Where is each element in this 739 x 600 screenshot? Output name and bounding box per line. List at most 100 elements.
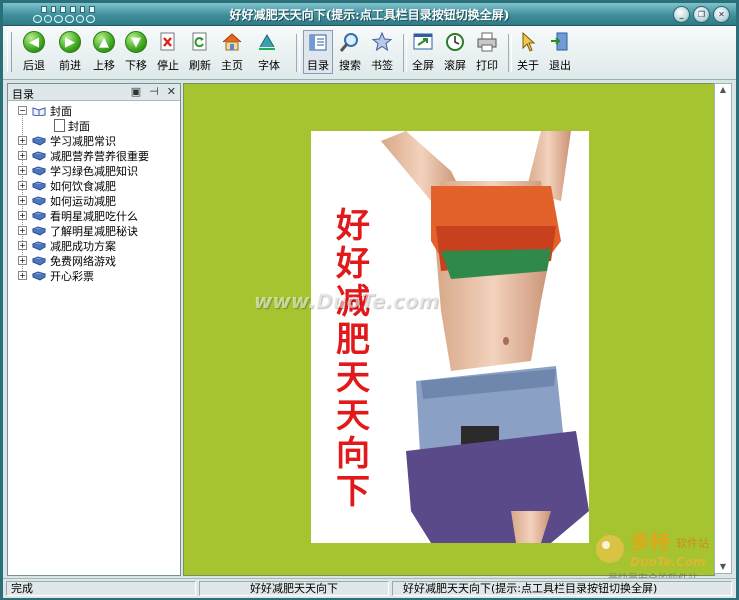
expand-icon[interactable]: + — [18, 226, 27, 235]
tree-item[interactable]: + 学习减肥常识 — [8, 133, 180, 148]
toc-pane-header: 目录 ▣ ⊣ ✕ — [8, 84, 180, 101]
tree-item[interactable]: + 减肥营养营养很重要 — [8, 148, 180, 163]
vertical-scrollbar[interactable]: ▲ ▼ — [714, 83, 732, 574]
about-button[interactable]: 关于 — [513, 30, 543, 74]
pane-close-icon[interactable]: ✕ — [167, 85, 176, 98]
search-button[interactable]: 搜索 — [335, 30, 365, 74]
exit-button[interactable]: 退出 — [545, 30, 575, 74]
font-icon — [257, 30, 281, 54]
search-icon — [338, 30, 362, 54]
fullscreen-icon — [411, 30, 435, 54]
tree-item-label: 看明星减肥吃什么 — [50, 209, 138, 223]
toolbar-separator — [403, 34, 407, 72]
cover-title-char: 下 — [336, 472, 370, 512]
tree-item-label: 了解明星减肥秘诀 — [50, 224, 138, 238]
fullscreen-button[interactable]: 全屏 — [408, 30, 438, 74]
book-icon — [32, 180, 46, 191]
fullscreen-label: 全屏 — [412, 59, 434, 72]
home-label: 主页 — [221, 59, 243, 72]
tree-item-label: 封面 — [68, 119, 90, 133]
autoscroll-button[interactable]: 滚屏 — [440, 30, 470, 74]
refresh-icon — [188, 30, 212, 54]
pane-dock-icon[interactable]: ▣ — [131, 85, 141, 98]
stop-icon — [156, 30, 180, 54]
scroll-up-icon[interactable]: ▲ — [715, 84, 731, 96]
tree-item-label: 减肥成功方案 — [50, 239, 116, 253]
tree-item[interactable]: + 学习绿色减肥知识 — [8, 163, 180, 178]
expand-icon[interactable]: + — [18, 151, 27, 160]
home-button[interactable]: 主页 — [217, 30, 247, 74]
app-window: 好好减肥天天向下(提示:点工具栏目录按钮切换全屏) _ ❐ ✕ ◀ 后退 ▶ 前… — [0, 0, 739, 600]
stop-button[interactable]: 停止 — [153, 30, 183, 74]
cover-title-char: 天 — [336, 396, 370, 436]
expand-icon[interactable]: + — [18, 271, 27, 280]
tree-item-label: 免费网络游戏 — [50, 254, 116, 268]
font-button[interactable]: 字体 — [249, 30, 289, 74]
down-arrow-icon: ▼ — [125, 31, 147, 53]
print-button[interactable]: 打印 — [472, 30, 502, 74]
close-button[interactable]: ✕ — [713, 6, 730, 23]
stop-label: 停止 — [157, 59, 179, 72]
tree-item[interactable]: + 开心彩票 — [8, 268, 180, 283]
cover-title: 好 好 减 肥 天 天 向 下 — [331, 207, 375, 511]
expand-icon[interactable]: + — [18, 181, 27, 190]
cover-title-char: 天 — [336, 358, 370, 398]
book-icon — [32, 240, 46, 251]
home-icon — [220, 30, 244, 54]
tree-item-cover[interactable]: − 封面 — [8, 103, 180, 118]
toc-label: 目录 — [307, 59, 329, 72]
book-icon — [32, 270, 46, 281]
tree-item[interactable]: + 了解明星减肥秘诀 — [8, 223, 180, 238]
tree-item[interactable]: + 如何运动减肥 — [8, 193, 180, 208]
bookmark-button[interactable]: 书签 — [367, 30, 397, 74]
forward-button[interactable]: ▶ 前进 — [53, 30, 87, 74]
toc-pane-title: 目录 — [12, 88, 34, 101]
cover-title-char: 向 — [336, 434, 370, 474]
book-icon — [32, 210, 46, 221]
tree-item[interactable]: + 如何饮食减肥 — [8, 178, 180, 193]
toolbar-grip[interactable] — [7, 32, 12, 72]
tree-item-label: 如何运动减肥 — [50, 194, 116, 208]
page-icon — [54, 119, 65, 132]
tree-item-cover-page[interactable]: 封面 — [8, 118, 180, 133]
watermark-text: www.DuoTe.com — [254, 289, 439, 313]
minimize-button[interactable]: _ — [673, 6, 690, 23]
book-icon — [32, 135, 46, 146]
expand-icon[interactable]: + — [18, 196, 27, 205]
back-button[interactable]: ◀ 后退 — [17, 30, 51, 74]
back-label: 后退 — [23, 59, 45, 72]
up-button[interactable]: ▲ 上移 — [88, 30, 120, 74]
pointer-icon — [516, 30, 540, 54]
expand-icon[interactable]: + — [18, 136, 27, 145]
down-button[interactable]: ▼ 下移 — [120, 30, 152, 74]
expand-icon[interactable]: + — [18, 166, 27, 175]
tree-item[interactable]: + 减肥成功方案 — [8, 238, 180, 253]
toolbar: ◀ 后退 ▶ 前进 ▲ 上移 ▼ 下移 停止 刷新 主页 字体 目录 搜索 书签… — [3, 26, 736, 80]
toc-button[interactable]: 目录 — [303, 30, 333, 74]
toc-pane: 目录 ▣ ⊣ ✕ − 封面 封面 + 学习减肥常识 + 减肥营养营养很重要 + … — [7, 83, 181, 576]
toc-icon — [306, 31, 330, 54]
expand-icon[interactable]: + — [18, 241, 27, 250]
content-view[interactable]: 好 好 减 肥 天 天 向 下 www.DuoTe.com — [183, 83, 715, 576]
minimize-icon: _ — [679, 10, 684, 19]
title-bar[interactable]: 好好减肥天天向下(提示:点工具栏目录按钮切换全屏) _ ❐ ✕ — [3, 3, 736, 26]
down-label: 下移 — [125, 59, 147, 72]
tree-item[interactable]: + 免费网络游戏 — [8, 253, 180, 268]
refresh-button[interactable]: 刷新 — [185, 30, 215, 74]
window-title: 好好减肥天天向下(提示:点工具栏目录按钮切换全屏) — [229, 8, 510, 22]
expand-icon[interactable]: + — [18, 211, 27, 220]
book-icon — [32, 165, 46, 176]
expand-icon[interactable]: + — [18, 256, 27, 265]
tree-item[interactable]: + 看明星减肥吃什么 — [8, 208, 180, 223]
pane-pin-icon[interactable]: ⊣ — [149, 85, 159, 98]
up-label: 上移 — [93, 59, 115, 72]
logo-suffix: 软件站 — [676, 536, 709, 550]
cover-image: 好 好 减 肥 天 天 向 下 — [311, 131, 589, 543]
status-hint: 好好减肥天天向下(提示:点工具栏目录按钮切换全屏) — [392, 581, 732, 596]
exit-label: 退出 — [549, 59, 571, 72]
collapse-icon[interactable]: − — [18, 106, 27, 115]
right-arrow-icon: ▶ — [59, 31, 81, 53]
restore-button[interactable]: ❐ — [693, 6, 710, 23]
search-label: 搜索 — [339, 59, 361, 72]
book-icon — [32, 225, 46, 236]
